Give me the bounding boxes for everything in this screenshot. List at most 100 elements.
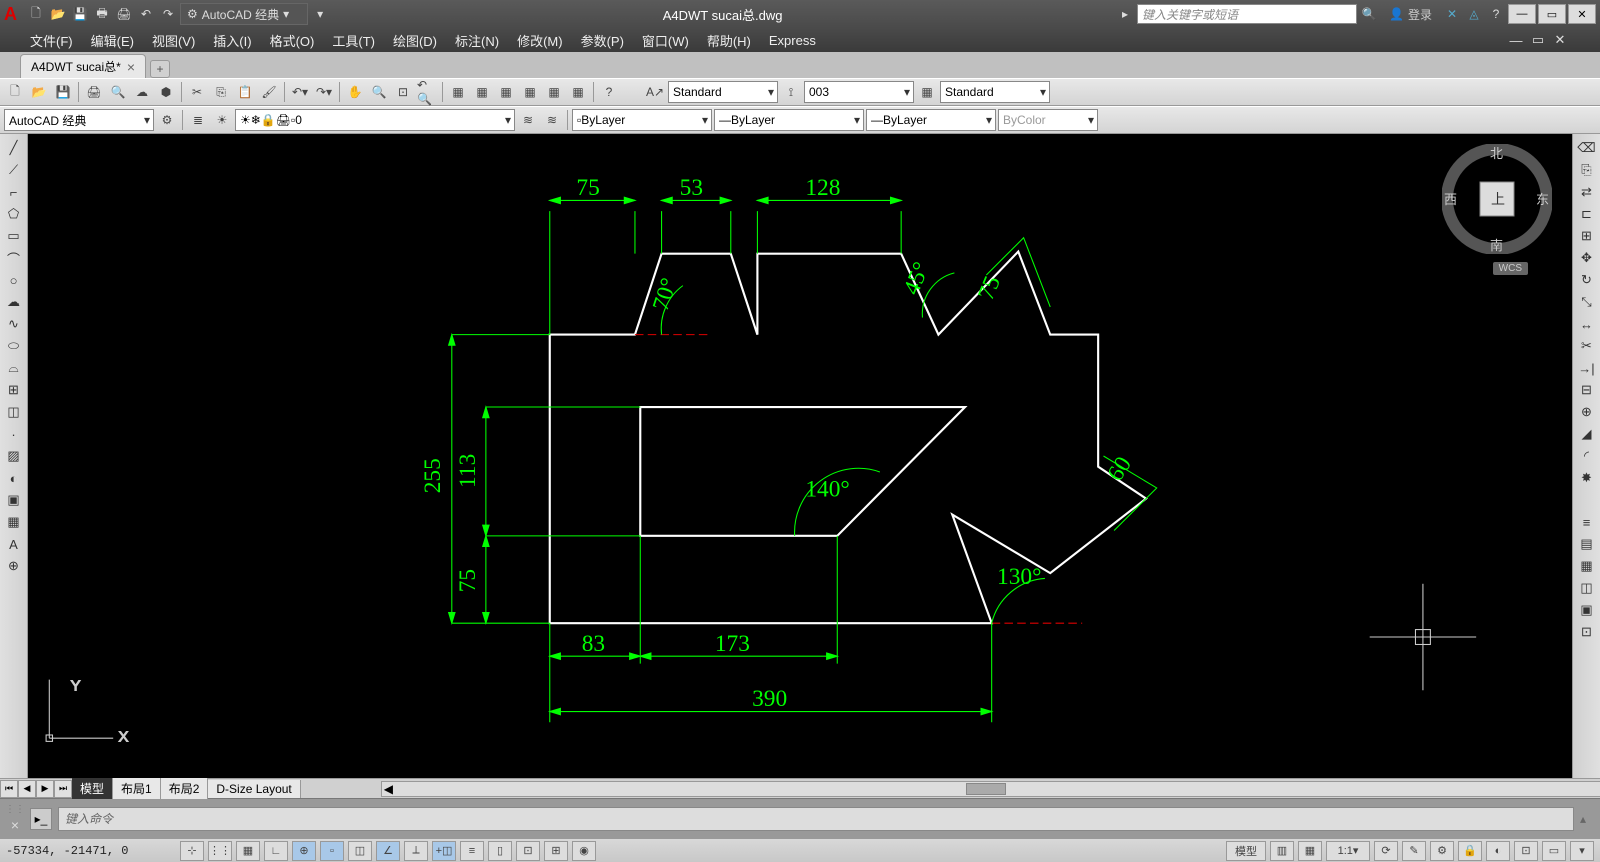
- trim-icon[interactable]: ✂: [1576, 336, 1598, 356]
- sb-iso-icon[interactable]: ⊡: [1514, 841, 1538, 861]
- open-icon[interactable]: 📂: [48, 4, 68, 24]
- redo-icon[interactable]: ↷: [158, 4, 178, 24]
- sb-ortho-icon[interactable]: ∟: [264, 841, 288, 861]
- sb-annoscale-icon[interactable]: ⟳: [1374, 841, 1398, 861]
- cut-icon[interactable]: ✂: [186, 81, 208, 103]
- pline-icon[interactable]: ⌐: [3, 182, 25, 202]
- xline-icon[interactable]: ⟋: [3, 160, 25, 180]
- minimize-button[interactable]: —: [1508, 4, 1536, 24]
- point-icon[interactable]: ·: [3, 424, 25, 444]
- arc-icon[interactable]: ⌒: [3, 248, 25, 268]
- ellipsearc-icon[interactable]: ⌓: [3, 358, 25, 378]
- textstyle-icon[interactable]: A↗: [644, 81, 666, 103]
- sb-lwt-icon[interactable]: ≡: [460, 841, 484, 861]
- sb-osnap-icon[interactable]: ▫: [320, 841, 344, 861]
- paste-icon[interactable]: 📋: [234, 81, 256, 103]
- sb-scale-display[interactable]: 1:1▾: [1326, 841, 1370, 861]
- search-input[interactable]: 键入关键字或短语: [1137, 4, 1357, 24]
- match-icon[interactable]: 🖌: [258, 81, 280, 103]
- aux2-icon[interactable]: ▣: [1576, 600, 1598, 620]
- doc-min-icon[interactable]: —: [1506, 30, 1526, 50]
- h-scrollbar[interactable]: ◀ ▶: [381, 781, 1600, 797]
- markup-icon[interactable]: ▦: [543, 81, 565, 103]
- zoom-icon[interactable]: 🔍: [368, 81, 390, 103]
- dropdown-icon[interactable]: ▾: [310, 4, 330, 24]
- command-input[interactable]: 键入命令: [58, 807, 1574, 831]
- sb-3dosnap-icon[interactable]: ◫: [348, 841, 372, 861]
- region-icon[interactable]: ▣: [3, 490, 25, 510]
- publish-icon[interactable]: ☁: [131, 81, 153, 103]
- chamfer-icon[interactable]: ◢: [1576, 424, 1598, 444]
- block-icon[interactable]: ◫: [3, 402, 25, 422]
- workspace-selector[interactable]: ⚙ AutoCAD 经典 ▾: [180, 3, 308, 25]
- sb-ducs-icon[interactable]: ⟂: [404, 841, 428, 861]
- hatch-icon[interactable]: ▨: [3, 446, 25, 466]
- pan-icon[interactable]: ✋: [344, 81, 366, 103]
- zoomprev-icon[interactable]: ↶🔍: [416, 81, 438, 103]
- cmd-close-icon[interactable]: ×: [11, 817, 19, 833]
- layer-state-icon[interactable]: ☀: [211, 109, 233, 131]
- menu-edit[interactable]: 编辑(E): [91, 31, 134, 50]
- tab-first-icon[interactable]: ⏮: [0, 780, 18, 798]
- sb-clean-icon[interactable]: ▭: [1542, 841, 1566, 861]
- undo-icon[interactable]: ↶: [136, 4, 156, 24]
- sb-tpy-icon[interactable]: ▯: [488, 841, 512, 861]
- help-icon[interactable]: ?: [1486, 4, 1506, 24]
- menu-dim[interactable]: 标注(N): [455, 31, 499, 50]
- layout-tab-2[interactable]: 布局2: [161, 778, 209, 799]
- aux1-icon[interactable]: ◫: [1576, 578, 1598, 598]
- sb-polar-icon[interactable]: ⊕: [292, 841, 316, 861]
- plot-icon[interactable]: 🖨: [83, 81, 105, 103]
- move-icon[interactable]: ✥: [1576, 248, 1598, 268]
- sb-custom-icon[interactable]: ▾: [1570, 841, 1594, 861]
- sb-sc-icon[interactable]: ⊞: [544, 841, 568, 861]
- gradient-icon[interactable]: ◐: [3, 468, 25, 488]
- copy-icon[interactable]: ⎘: [210, 81, 232, 103]
- lineweight-select[interactable]: — ByLayer: [866, 109, 996, 131]
- exchange2-icon[interactable]: ◬: [1464, 4, 1484, 24]
- menu-help[interactable]: 帮助(H): [707, 31, 751, 50]
- exchange-icon[interactable]: ✕: [1442, 4, 1462, 24]
- sb-model-button[interactable]: 模型: [1226, 841, 1266, 861]
- sb-dyn-icon[interactable]: +◫: [432, 841, 456, 861]
- 3dprint-icon[interactable]: ⬢: [155, 81, 177, 103]
- dim-style-select[interactable]: 003: [804, 81, 914, 103]
- save2-icon[interactable]: 💾: [52, 81, 74, 103]
- workspace-select2[interactable]: AutoCAD 经典: [4, 109, 154, 131]
- cmd-prompt-icon[interactable]: ▸_: [30, 808, 52, 830]
- h-scrollbar-thumb[interactable]: [966, 783, 1006, 795]
- undo2-icon[interactable]: ↶▾: [289, 81, 311, 103]
- explode-icon[interactable]: ✸: [1576, 468, 1598, 488]
- sb-snap-icon[interactable]: ⋮⋮: [208, 841, 232, 861]
- linetype-select[interactable]: — ByLayer: [714, 109, 864, 131]
- tablestyle-icon[interactable]: ▦: [916, 81, 938, 103]
- save-icon[interactable]: 💾: [70, 4, 90, 24]
- menu-insert[interactable]: 插入(I): [213, 31, 251, 50]
- sb-otrack-icon[interactable]: ∠: [376, 841, 400, 861]
- ellipse-icon[interactable]: ⬭: [3, 336, 25, 356]
- dimstyle-icon[interactable]: ⟟: [780, 81, 802, 103]
- ssm-icon[interactable]: ▦: [519, 81, 541, 103]
- menu-modify[interactable]: 修改(M): [517, 31, 563, 50]
- cmd-grip-icon[interactable]: ⋮⋮: [5, 804, 25, 815]
- break-icon[interactable]: ⊟: [1576, 380, 1598, 400]
- layer-iso-icon[interactable]: ≋: [541, 109, 563, 131]
- spline-icon[interactable]: ∿: [3, 314, 25, 334]
- line-icon[interactable]: ╱: [3, 138, 25, 158]
- aux3-icon[interactable]: ⊡: [1576, 622, 1598, 642]
- layout-tab-model[interactable]: 模型: [72, 778, 113, 799]
- addsel-icon[interactable]: ⊕: [3, 556, 25, 576]
- menu-express[interactable]: Express: [769, 33, 816, 48]
- sb-ws-icon[interactable]: ⚙: [1430, 841, 1454, 861]
- sb-infer-icon[interactable]: ⊹: [180, 841, 204, 861]
- document-tab[interactable]: A4DWT sucai总* ×: [20, 54, 146, 78]
- layout-tab-1[interactable]: 布局1: [113, 778, 161, 799]
- zoomwin-icon[interactable]: ⊡: [392, 81, 414, 103]
- fillet-icon[interactable]: ◜: [1576, 446, 1598, 466]
- scale-icon[interactable]: ⤡: [1576, 292, 1598, 312]
- menu-tools[interactable]: 工具(T): [332, 31, 375, 50]
- sb-am-icon[interactable]: ◉: [572, 841, 596, 861]
- tab-add-button[interactable]: +: [150, 60, 170, 78]
- drawing-canvas[interactable]: Y X: [28, 134, 1572, 778]
- join-icon[interactable]: ⊕: [1576, 402, 1598, 422]
